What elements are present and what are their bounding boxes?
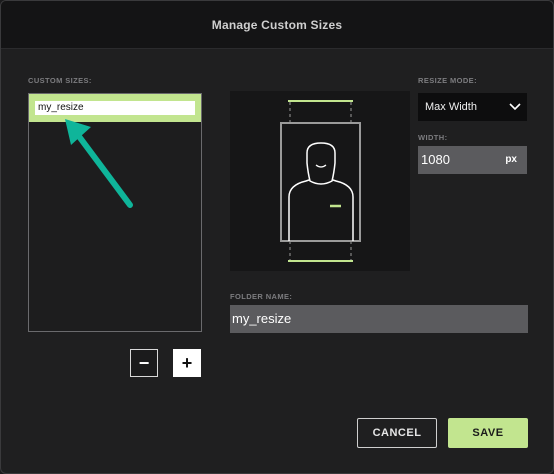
save-button[interactable]: SAVE (448, 418, 528, 448)
folder-name-label: FOLDER NAME: (230, 292, 293, 301)
dialog-titlebar: Manage Custom Sizes (1, 1, 553, 49)
custom-sizes-label: CUSTOM SIZES: (28, 76, 92, 85)
remove-size-button[interactable]: − (130, 349, 158, 377)
manage-custom-sizes-dialog: Manage Custom Sizes CUSTOM SIZES: my_res… (0, 0, 554, 474)
width-unit: px (505, 154, 517, 165)
resize-mode-select[interactable]: Max Width (418, 93, 527, 121)
arrow-up-left-icon (65, 119, 133, 208)
folder-name-value: my_resize (232, 311, 292, 326)
person-portrait-icon (280, 100, 361, 262)
resize-mode-value: Max Width (425, 101, 477, 113)
dialog-title: Manage Custom Sizes (211, 18, 343, 32)
folder-name-input[interactable]: my_resize (230, 305, 528, 333)
chevron-down-icon (509, 103, 521, 111)
width-input[interactable]: 1080 px (418, 146, 527, 174)
resize-mode-label: RESIZE MODE: (418, 76, 477, 85)
add-size-button[interactable]: + (173, 349, 201, 377)
list-item-name-field[interactable]: my_resize (35, 101, 195, 115)
cancel-button[interactable]: CANCEL (357, 418, 437, 448)
resize-preview (230, 91, 410, 271)
width-value: 1080 (421, 152, 450, 167)
width-label: WIDTH: (418, 133, 448, 142)
